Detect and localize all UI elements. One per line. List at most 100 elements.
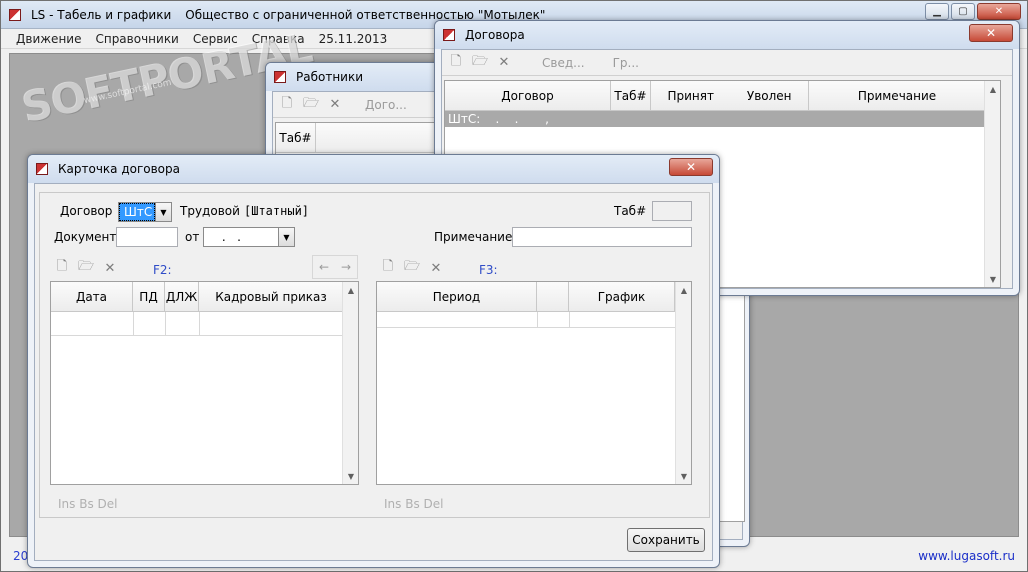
contracts-grid-header: Договор Таб# Принят Уволен Примечание: [445, 81, 986, 111]
scroll-up-icon[interactable]: ▲: [676, 282, 692, 298]
col-order[interactable]: Кадровый приказ: [199, 282, 344, 311]
window-icon: [36, 163, 48, 175]
note-field[interactable]: [512, 227, 692, 247]
save-button[interactable]: Сохранить: [627, 528, 705, 552]
orders-scrollbar[interactable]: ▲ ▼: [342, 282, 358, 484]
col-hired[interactable]: Принят: [667, 89, 714, 103]
website-link[interactable]: www.lugasoft.ru: [918, 549, 1015, 563]
contract-combo-value: ШтС: [119, 203, 155, 221]
delete-icon[interactable]: ✕: [496, 55, 512, 71]
details-button[interactable]: Свед...: [542, 56, 585, 70]
orders-hint: Ins Bs Del: [58, 497, 118, 511]
schedule-scrollbar[interactable]: ▲ ▼: [675, 282, 691, 484]
tab-number-field[interactable]: [652, 201, 692, 221]
close-icon[interactable]: ✕: [669, 158, 713, 176]
col-contract[interactable]: Договор: [445, 81, 611, 110]
schedule-toolbar: 🗋 🗁 ✕: [376, 255, 452, 281]
col-pd[interactable]: ПД: [133, 282, 165, 311]
card-body: Договор ШтС ▼ Трудовой [Штатный] Таб# До…: [34, 183, 713, 561]
date-picker[interactable]: . . ▼: [203, 227, 295, 247]
workers-contracts-button[interactable]: Дого...: [365, 98, 407, 112]
schedule-hint: Ins Bs Del: [384, 497, 444, 511]
new-doc-icon[interactable]: 🗋: [448, 54, 464, 71]
nav-arrows: ← →: [312, 255, 358, 279]
maximize-icon[interactable]: ▢: [951, 3, 975, 20]
app-icon: [9, 8, 21, 21]
grid-line: [569, 312, 570, 327]
new-doc-icon[interactable]: 🗋: [54, 259, 70, 276]
card-group: Договор ШтС ▼ Трудовой [Штатный] Таб# До…: [39, 192, 710, 518]
col-tab[interactable]: Таб#: [611, 81, 651, 110]
note-label: Примечание: [434, 230, 513, 244]
menu-date: 25.11.2013: [318, 31, 388, 46]
col-tab[interactable]: Таб#: [276, 123, 316, 152]
grid-line: [537, 312, 538, 327]
open-folder-icon[interactable]: 🗁: [78, 259, 94, 276]
table-row: [51, 335, 344, 336]
contract-kind: [Штатный]: [244, 204, 310, 218]
scroll-down-icon[interactable]: ▼: [676, 468, 692, 484]
date-value: . .: [218, 230, 241, 244]
contracts-title: Договора: [465, 28, 525, 42]
contract-combo[interactable]: ШтС ▼: [118, 202, 172, 222]
delete-icon[interactable]: ✕: [428, 260, 444, 276]
from-label: от: [185, 230, 200, 244]
grid-line: [165, 312, 166, 335]
table-row: [377, 327, 677, 328]
window-controls: ▁ ▢ ✕: [925, 3, 1021, 20]
status-left-text: 20: [13, 549, 29, 563]
schedule-grid[interactable]: Период График ▲ ▼: [376, 281, 692, 485]
workers-title: Работники: [296, 70, 364, 84]
scroll-down-icon[interactable]: ▼: [343, 468, 359, 484]
close-icon[interactable]: ✕: [977, 3, 1021, 20]
contracts-title-bar[interactable]: Договора: [435, 21, 1019, 49]
window-icon: [274, 71, 286, 83]
new-doc-icon[interactable]: 🗋: [279, 96, 295, 113]
card-title-bar[interactable]: Карточка договора: [28, 155, 719, 183]
col-fired[interactable]: Уволен: [747, 89, 792, 103]
new-doc-icon[interactable]: 🗋: [380, 259, 396, 276]
contracts-scrollbar[interactable]: ▲ ▼: [984, 81, 1000, 287]
open-folder-icon[interactable]: 🗁: [472, 54, 488, 71]
card-title: Карточка договора: [58, 162, 180, 176]
delete-icon[interactable]: ✕: [327, 97, 343, 113]
f2-shortcut: F2:: [153, 263, 172, 277]
scroll-down-icon[interactable]: ▼: [985, 271, 1001, 287]
chevron-down-icon[interactable]: ▼: [155, 203, 171, 221]
f3-shortcut: F3:: [479, 263, 498, 277]
contract-type: Трудовой: [180, 204, 240, 218]
open-folder-icon[interactable]: 🗁: [404, 259, 420, 276]
col-note[interactable]: Примечание: [809, 81, 986, 110]
tab-number-label: Таб#: [614, 204, 647, 218]
schedule-grid-header: Период График: [377, 282, 677, 312]
close-icon[interactable]: ✕: [969, 24, 1013, 42]
col-schedule[interactable]: График: [569, 282, 675, 311]
col-period[interactable]: Период: [377, 282, 537, 311]
delete-icon[interactable]: ✕: [102, 260, 118, 276]
col-blank[interactable]: [537, 282, 569, 311]
grid-line: [199, 312, 200, 335]
window-icon: [443, 29, 455, 41]
menu-references[interactable]: Справочники: [88, 32, 185, 46]
orders-grid[interactable]: Дата ПД ДЛЖ Кадровый приказ ▲ ▼: [50, 281, 359, 485]
app-title: LS - Табель и графики: [31, 7, 172, 22]
grid-line: [133, 312, 134, 335]
orders-toolbar: 🗋 🗁 ✕: [50, 255, 294, 281]
table-row[interactable]: ШтС: . . ,: [445, 111, 986, 127]
arrow-right-icon[interactable]: →: [341, 260, 351, 274]
col-hired-fired: Принят Уволен: [651, 81, 809, 110]
minimize-icon[interactable]: ▁: [925, 3, 949, 20]
schedule-button[interactable]: Гр...: [613, 56, 639, 70]
col-position[interactable]: ДЛЖ: [165, 282, 199, 311]
contracts-toolbar: 🗋 🗁 ✕ Свед... Гр...: [442, 50, 1012, 76]
arrow-left-icon[interactable]: ←: [319, 260, 329, 274]
orders-grid-header: Дата ПД ДЛЖ Кадровый приказ: [51, 282, 344, 312]
document-field[interactable]: [116, 227, 178, 247]
col-date[interactable]: Дата: [51, 282, 133, 311]
menu-movement[interactable]: Движение: [9, 32, 88, 46]
chevron-down-icon[interactable]: ▼: [278, 228, 294, 246]
open-folder-icon[interactable]: 🗁: [303, 96, 319, 113]
document-label: Документ: [54, 230, 117, 244]
scroll-up-icon[interactable]: ▲: [343, 282, 359, 298]
scroll-up-icon[interactable]: ▲: [985, 81, 1001, 97]
